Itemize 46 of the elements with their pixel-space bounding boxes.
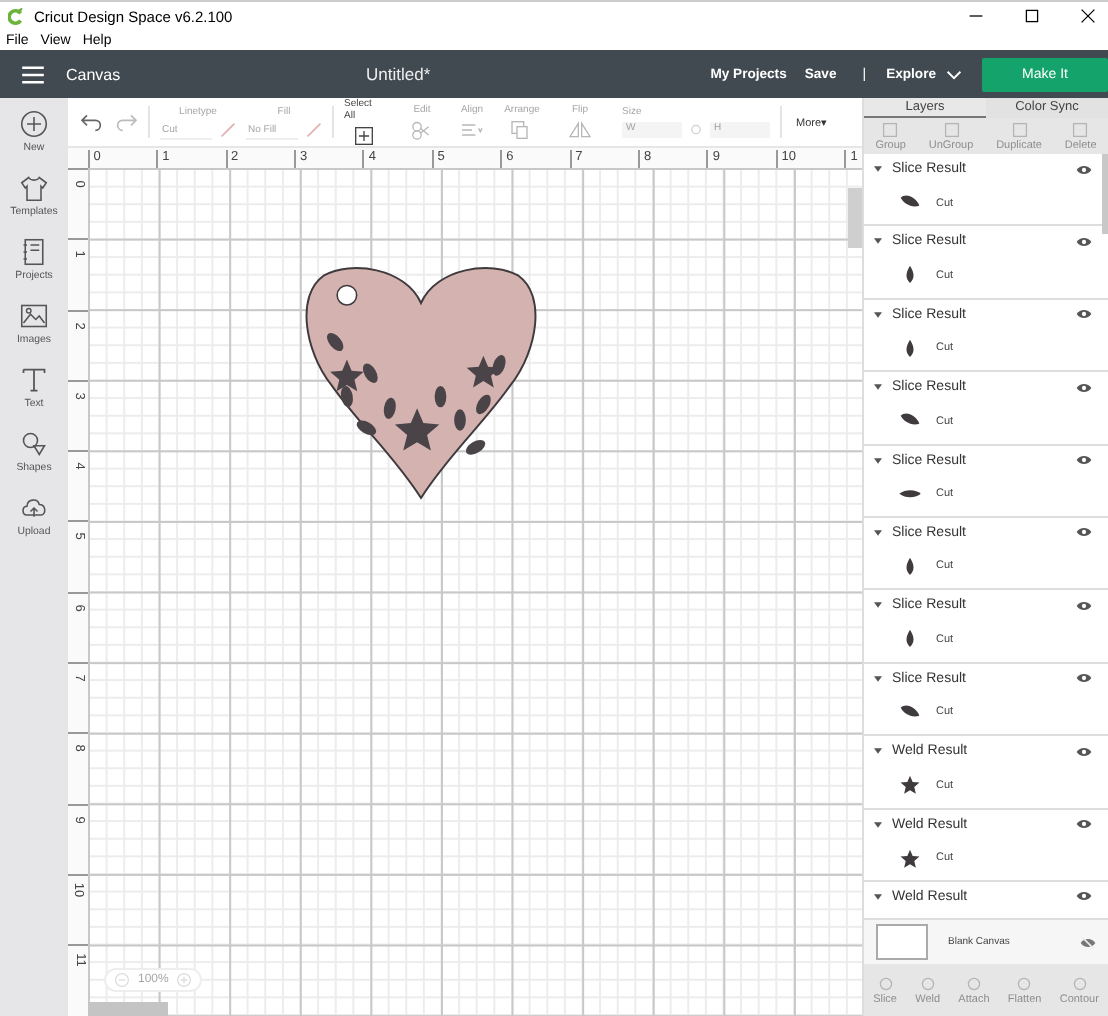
text-icon[interactable] bbox=[20, 366, 48, 394]
section-title: Canvas bbox=[66, 65, 123, 83]
caret-icon[interactable] bbox=[874, 529, 882, 536]
caret-icon[interactable] bbox=[874, 893, 882, 900]
canvas-swatch[interactable] bbox=[876, 924, 928, 960]
shirt-icon[interactable] bbox=[20, 174, 48, 202]
document-title: Untitled* bbox=[366, 64, 433, 84]
hidden-eye-icon[interactable] bbox=[1080, 935, 1096, 949]
eye-icon[interactable] bbox=[1076, 818, 1092, 831]
pen-icon bbox=[220, 122, 236, 138]
upload-icon[interactable] bbox=[19, 494, 48, 522]
star-icon bbox=[898, 774, 922, 797]
caret-icon[interactable] bbox=[874, 675, 882, 682]
eye-icon[interactable] bbox=[1076, 235, 1092, 248]
star-icon bbox=[898, 847, 922, 870]
eye-icon[interactable] bbox=[1076, 599, 1092, 612]
caret-icon[interactable] bbox=[874, 457, 882, 464]
caret-icon[interactable] bbox=[874, 602, 882, 609]
caret-icon[interactable] bbox=[874, 821, 882, 828]
eye-icon[interactable] bbox=[1076, 672, 1092, 685]
scrollbar-thumb[interactable] bbox=[88, 1002, 168, 1016]
caret-icon[interactable] bbox=[874, 384, 882, 391]
eye-icon[interactable] bbox=[1076, 890, 1092, 903]
image-icon[interactable] bbox=[19, 302, 48, 330]
eye-icon[interactable] bbox=[1076, 381, 1092, 394]
eye-icon[interactable] bbox=[1076, 163, 1092, 175]
caret-icon[interactable] bbox=[874, 748, 882, 755]
app-logo-icon bbox=[8, 7, 26, 25]
eye-icon[interactable] bbox=[1076, 454, 1092, 467]
undo-icon[interactable] bbox=[80, 112, 104, 132]
chevron-icon[interactable] bbox=[946, 69, 962, 79]
caret-icon[interactable] bbox=[874, 311, 882, 318]
new-icon[interactable] bbox=[20, 110, 48, 138]
caret-icon[interactable] bbox=[874, 238, 882, 245]
shapes-icon[interactable] bbox=[19, 430, 48, 458]
eye-icon[interactable] bbox=[1076, 526, 1092, 539]
caret-icon[interactable] bbox=[874, 166, 882, 172]
menu-icon[interactable] bbox=[22, 65, 44, 83]
select-icon[interactable] bbox=[352, 126, 376, 146]
fill-swatch-icon bbox=[306, 122, 322, 138]
maximize-icon[interactable] bbox=[1024, 8, 1040, 24]
close-icon[interactable] bbox=[1080, 8, 1096, 24]
book-icon[interactable] bbox=[20, 238, 48, 266]
scrollbar-thumb[interactable] bbox=[848, 188, 862, 248]
eye-icon[interactable] bbox=[1076, 745, 1092, 758]
eye-icon[interactable] bbox=[1076, 308, 1092, 321]
